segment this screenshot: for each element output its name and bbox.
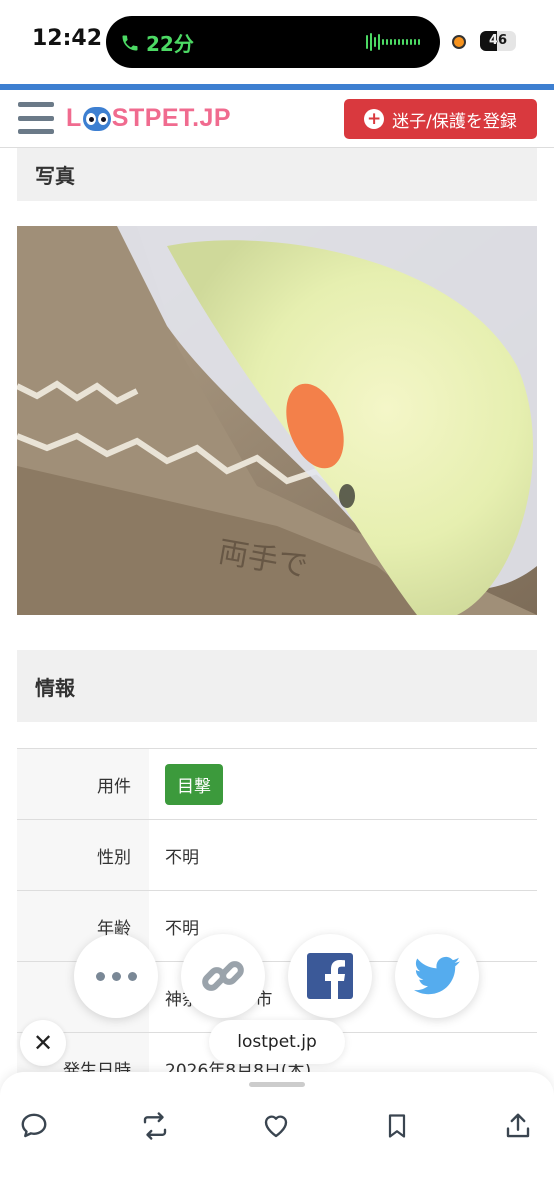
logo-text-left: L [66, 104, 82, 132]
copy-link-button[interactable] [181, 934, 265, 1018]
site-logo[interactable]: L STPET.JP [66, 104, 231, 133]
photo-section-title: 写真 [17, 148, 537, 201]
bird-photo-illustration: 両手で [17, 226, 537, 615]
site-header: L STPET.JP + 迷子/保護を登録 [0, 90, 554, 148]
facebook-share-button[interactable] [288, 934, 372, 1018]
plus-icon: + [364, 109, 385, 129]
sighting-badge: 目撃 [165, 763, 223, 805]
row-label-purpose: 用件 [17, 748, 149, 820]
table-row: 用件 目撃 [17, 748, 537, 820]
repost-icon [143, 1112, 167, 1140]
logo-text-right: STPET.JP [111, 104, 232, 132]
row-value-sex: 不明 [165, 847, 199, 868]
battery-indicator: 46 [480, 31, 516, 51]
call-indicator: 22分 [120, 28, 194, 57]
row-value-purpose: 目撃 [149, 749, 537, 820]
bookmark-icon [388, 1114, 406, 1138]
reply-bubble-icon [21, 1113, 47, 1138]
more-dots-icon [95, 971, 137, 981]
battery-level: 46 [488, 33, 508, 48]
close-icon[interactable]: ✕ [20, 1020, 66, 1066]
reply-button[interactable] [14, 1106, 54, 1146]
pet-photo[interactable]: 両手で [17, 226, 537, 615]
bottom-action-bar [0, 1072, 554, 1200]
status-time: 12:42 [32, 26, 103, 51]
more-options-button[interactable] [74, 934, 158, 1018]
facebook-icon [307, 953, 353, 999]
phone-icon [122, 35, 138, 50]
dynamic-island[interactable]: 22分 [106, 16, 440, 68]
share-url-label: lostpet.jp [209, 1020, 345, 1064]
info-section-title: 情報 [17, 650, 537, 722]
like-button[interactable] [256, 1106, 296, 1146]
link-icon [202, 961, 244, 991]
repost-button[interactable] [135, 1106, 175, 1146]
register-lost-found-button[interactable]: + 迷子/保護を登録 [344, 99, 537, 139]
heart-icon [264, 1115, 288, 1138]
table-row: 性別 不明 [17, 819, 537, 891]
share-button[interactable] [498, 1106, 538, 1146]
call-duration: 22分 [146, 32, 194, 56]
row-label-sex: 性別 [17, 819, 149, 891]
sheet-handle[interactable] [249, 1082, 305, 1087]
share-upload-icon [506, 1113, 530, 1138]
twitter-share-button[interactable] [395, 934, 479, 1018]
status-bar: 12:42 22分 46 [0, 0, 554, 84]
mic-in-use-indicator [452, 35, 466, 49]
twitter-bird-icon [414, 956, 460, 995]
bookmark-button[interactable] [377, 1106, 417, 1146]
logo-eyes-icon [82, 106, 111, 131]
register-button-label: 迷子/保護を登録 [392, 111, 517, 132]
audio-waveform-icon [366, 33, 420, 51]
hamburger-menu-icon[interactable] [18, 102, 54, 134]
